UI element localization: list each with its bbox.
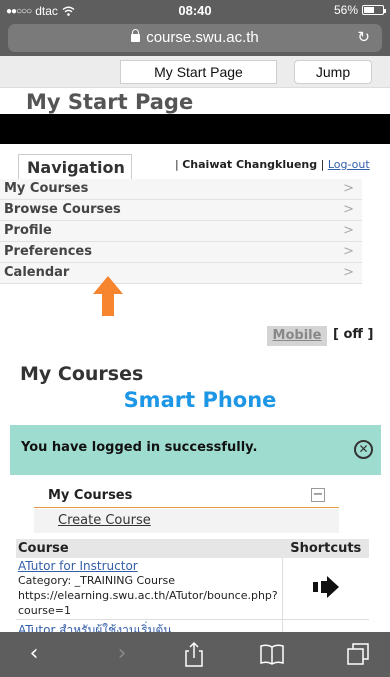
browser-bottom-bar: ‹ › (0, 632, 390, 677)
box-title: My Courses (48, 488, 133, 503)
caption-smart-phone: Smart Phone (123, 388, 277, 412)
page-select[interactable]: My Start Page (120, 60, 277, 84)
jump-button[interactable]: Jump (294, 60, 372, 84)
course-table: Course Shortcuts ATutor for Instructor C… (16, 539, 369, 636)
course-title-link[interactable]: ATutor for Instructor (18, 559, 280, 573)
clock: 08:40 (178, 3, 212, 18)
battery-percent: 56% (333, 3, 358, 17)
table-header-row: Course Shortcuts (16, 539, 369, 558)
forward-icon[interactable]: › (108, 640, 136, 668)
lock-icon (131, 29, 141, 42)
success-banner: You have logged in successfully. ✕ (10, 425, 381, 475)
tabs-icon[interactable] (344, 640, 372, 668)
collapse-icon[interactable]: − (311, 488, 325, 502)
battery-icon (362, 5, 386, 15)
nav-item-preferences[interactable]: Preferences > (0, 242, 362, 263)
chevron-right-icon: > (343, 202, 354, 217)
share-icon[interactable] (180, 640, 208, 668)
address-bar[interactable]: course.swu.ac.th ↻ (8, 24, 382, 52)
url-text: course.swu.ac.th (146, 29, 259, 46)
arrow-right-icon[interactable] (313, 576, 339, 598)
success-message: You have logged in successfully. (21, 440, 258, 455)
column-header-course: Course (16, 539, 283, 558)
chevron-right-icon: > (343, 223, 354, 238)
battery-group: 56% (333, 3, 386, 17)
section-heading: My Courses (20, 363, 144, 385)
navigation-tab[interactable]: Navigation (18, 154, 132, 182)
chevron-right-icon: > (343, 265, 354, 280)
my-courses-box-header: My Courses − (34, 484, 339, 508)
nav-item-browse-courses[interactable]: Browse Courses > (0, 200, 362, 221)
user-info: | Chaiwat Changklueng | Log-out (175, 158, 370, 171)
chevron-right-icon: > (343, 181, 354, 196)
page-toolbar: My Start Page Jump (0, 56, 390, 88)
table-row: ATutor for Instructor Category: _TRAININ… (16, 558, 369, 620)
logout-link[interactable]: Log-out (328, 158, 370, 171)
navigation-list: My Courses > Browse Courses > Profile > Pre… (0, 179, 362, 284)
course-url: https://elearning.swu.ac.th/ATutor/bounc… (18, 589, 278, 617)
nav-item-profile[interactable]: Profile > (0, 221, 362, 242)
reload-icon[interactable]: ↻ (357, 28, 370, 46)
user-name: Chaiwat Changklueng (182, 158, 318, 171)
bookmarks-icon[interactable] (258, 640, 286, 668)
header-band (0, 114, 390, 144)
create-course-link[interactable]: Create Course (34, 509, 339, 533)
close-icon[interactable]: ✕ (354, 440, 373, 459)
url-display[interactable]: course.swu.ac.th (8, 29, 382, 46)
mobile-state[interactable]: [ off ] (333, 327, 373, 342)
column-header-shortcuts: Shortcuts (282, 539, 369, 558)
chevron-right-icon: > (343, 244, 354, 259)
nav-item-my-courses[interactable]: My Courses > (0, 179, 362, 200)
browser-url-area: course.swu.ac.th ↻ (0, 22, 390, 56)
arrow-up-icon (93, 276, 123, 316)
page-title: My Start Page (26, 90, 194, 114)
back-icon[interactable]: ‹ (20, 640, 48, 668)
nav-item-calendar[interactable]: Calendar > (0, 263, 362, 284)
status-bar: ●●○○○ dtac 08:40 56% (0, 0, 390, 22)
course-category: Category: _TRAINING Course (18, 574, 175, 587)
mobile-button[interactable]: Mobile (267, 326, 327, 346)
